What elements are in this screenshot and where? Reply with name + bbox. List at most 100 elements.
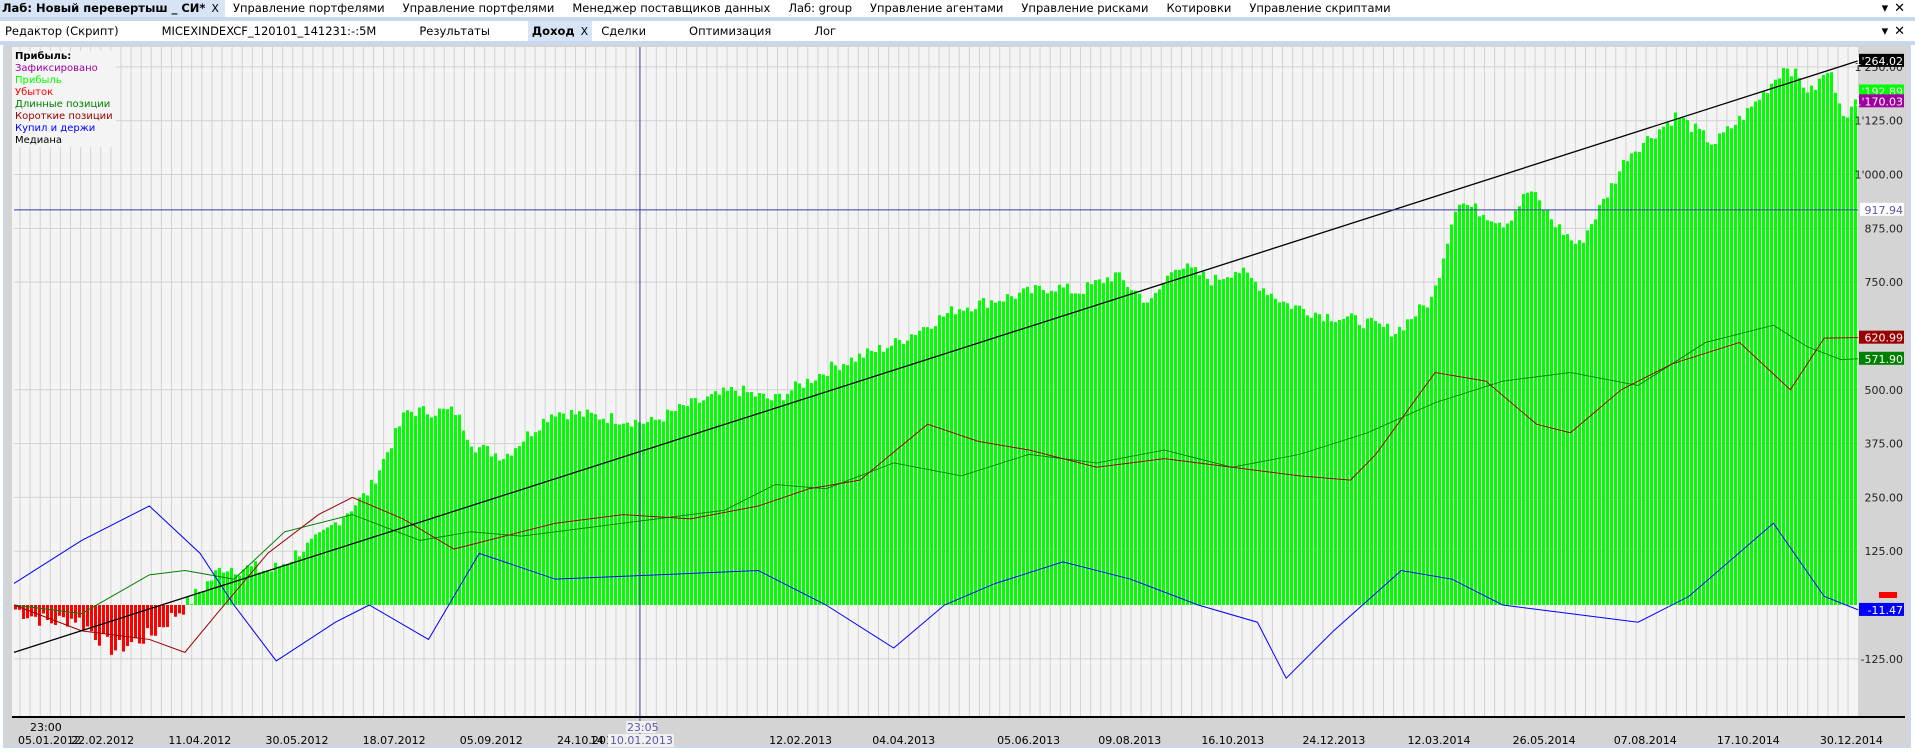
- profit-bar: [870, 350, 873, 605]
- loss-bar: [154, 605, 157, 636]
- profit-bar: [942, 316, 945, 605]
- profit-bar: [186, 596, 189, 605]
- profit-bar: [910, 334, 913, 605]
- profit-bar: [838, 370, 841, 605]
- profit-bar: [1258, 290, 1261, 605]
- profit-bar: [1114, 272, 1117, 605]
- profit-bar: [830, 361, 833, 605]
- profit-bar: [1498, 222, 1501, 605]
- profit-bar: [554, 416, 557, 605]
- equity-chart[interactable]: -125.00 125.00 250.00 375.00 500.00 750.00 875…: [0, 0, 1915, 752]
- value-marker-label: 571.90: [1865, 353, 1904, 366]
- profit-bar: [1738, 115, 1741, 605]
- profit-bar: [434, 415, 437, 605]
- loss-bar: [22, 605, 25, 619]
- profit-bar: [346, 513, 349, 605]
- profit-bar: [1786, 68, 1789, 606]
- profit-bar: [510, 455, 513, 605]
- profit-bar: [1794, 68, 1797, 606]
- profit-bar: [378, 470, 381, 605]
- profit-bar: [1022, 288, 1025, 605]
- profit-bar: [902, 343, 905, 605]
- profit-bar: [1234, 271, 1237, 605]
- profit-bar: [1358, 324, 1361, 605]
- profit-bar: [1542, 209, 1545, 605]
- profit-bar: [1226, 277, 1229, 605]
- profit-bar: [354, 505, 357, 605]
- profit-bar: [610, 413, 613, 605]
- legend-item: Медиана: [15, 135, 62, 146]
- profit-bar: [606, 422, 609, 605]
- profit-bar: [558, 412, 561, 605]
- profit-bar: [1150, 298, 1153, 605]
- profit-bar: [202, 591, 205, 605]
- profit-bar: [1286, 303, 1289, 605]
- profit-bar: [1758, 99, 1761, 605]
- profit-bar: [814, 380, 817, 605]
- profit-bar: [666, 409, 669, 605]
- profit-bar: [1346, 316, 1349, 605]
- profit-bar: [990, 300, 993, 605]
- profit-bar: [1534, 192, 1537, 605]
- profit-bar: [330, 524, 333, 605]
- x-tick-label: 11.04.2012: [168, 734, 231, 747]
- profit-bar: [1726, 126, 1729, 606]
- profit-bar: [822, 374, 825, 605]
- profit-bar: [382, 458, 385, 605]
- profit-bar: [1470, 206, 1473, 605]
- profit-bar: [1322, 321, 1325, 605]
- profit-bar: [1762, 91, 1765, 606]
- profit-bar: [1042, 290, 1045, 605]
- profit-bar: [1850, 106, 1853, 606]
- profit-bar: [1190, 267, 1193, 605]
- profit-bar: [358, 497, 361, 605]
- profit-bar: [1398, 326, 1401, 605]
- profit-bar: [1538, 200, 1541, 605]
- profit-bar: [854, 361, 857, 605]
- profit-bar: [1518, 206, 1521, 605]
- x-tick-label: 17.10.2014: [1717, 734, 1780, 747]
- profit-bar: [326, 527, 329, 605]
- x-tick-label: 12.03.2014: [1408, 734, 1471, 747]
- profit-bar: [706, 396, 709, 605]
- profit-bar: [1026, 286, 1029, 605]
- profit-bar: [374, 483, 377, 605]
- loss-bar: [102, 605, 105, 634]
- loss-bar: [134, 605, 137, 639]
- profit-bar: [1086, 282, 1089, 605]
- profit-bar: [318, 532, 321, 605]
- profit-bar: [1394, 333, 1397, 605]
- profit-bar: [1162, 283, 1165, 605]
- profit-bar: [1438, 277, 1441, 605]
- value-marker-label: 1'264.02: [1854, 55, 1903, 68]
- profit-bar: [1658, 129, 1661, 606]
- profit-bar: [1698, 128, 1701, 606]
- loss-bar: [110, 605, 113, 655]
- profit-bar: [966, 307, 969, 605]
- profit-bar: [1246, 272, 1249, 605]
- profit-bar: [1046, 293, 1049, 605]
- profit-bar: [1290, 308, 1293, 605]
- profit-bar: [1034, 284, 1037, 605]
- profit-bar: [1098, 279, 1101, 605]
- profit-bar: [466, 439, 469, 605]
- profit-bar: [1634, 151, 1637, 605]
- profit-bar: [526, 431, 529, 605]
- profit-bar: [1310, 317, 1313, 605]
- profit-bar: [1386, 323, 1389, 605]
- profit-bar: [1814, 89, 1817, 605]
- profit-bar: [826, 376, 829, 605]
- profit-bar: [190, 604, 193, 605]
- profit-bar: [1218, 279, 1221, 605]
- loss-bar: [182, 605, 185, 615]
- profit-bar: [1182, 268, 1185, 605]
- profit-bar: [1314, 312, 1317, 605]
- loss-bar: [54, 605, 57, 625]
- profit-bar: [566, 419, 569, 605]
- profit-bar: [634, 419, 637, 605]
- profit-bar: [1406, 319, 1409, 605]
- loss-bar: [86, 605, 89, 627]
- profit-bar: [1554, 227, 1557, 606]
- profit-bar: [1374, 320, 1377, 605]
- x-tick-label: 09.08.2013: [1098, 734, 1161, 747]
